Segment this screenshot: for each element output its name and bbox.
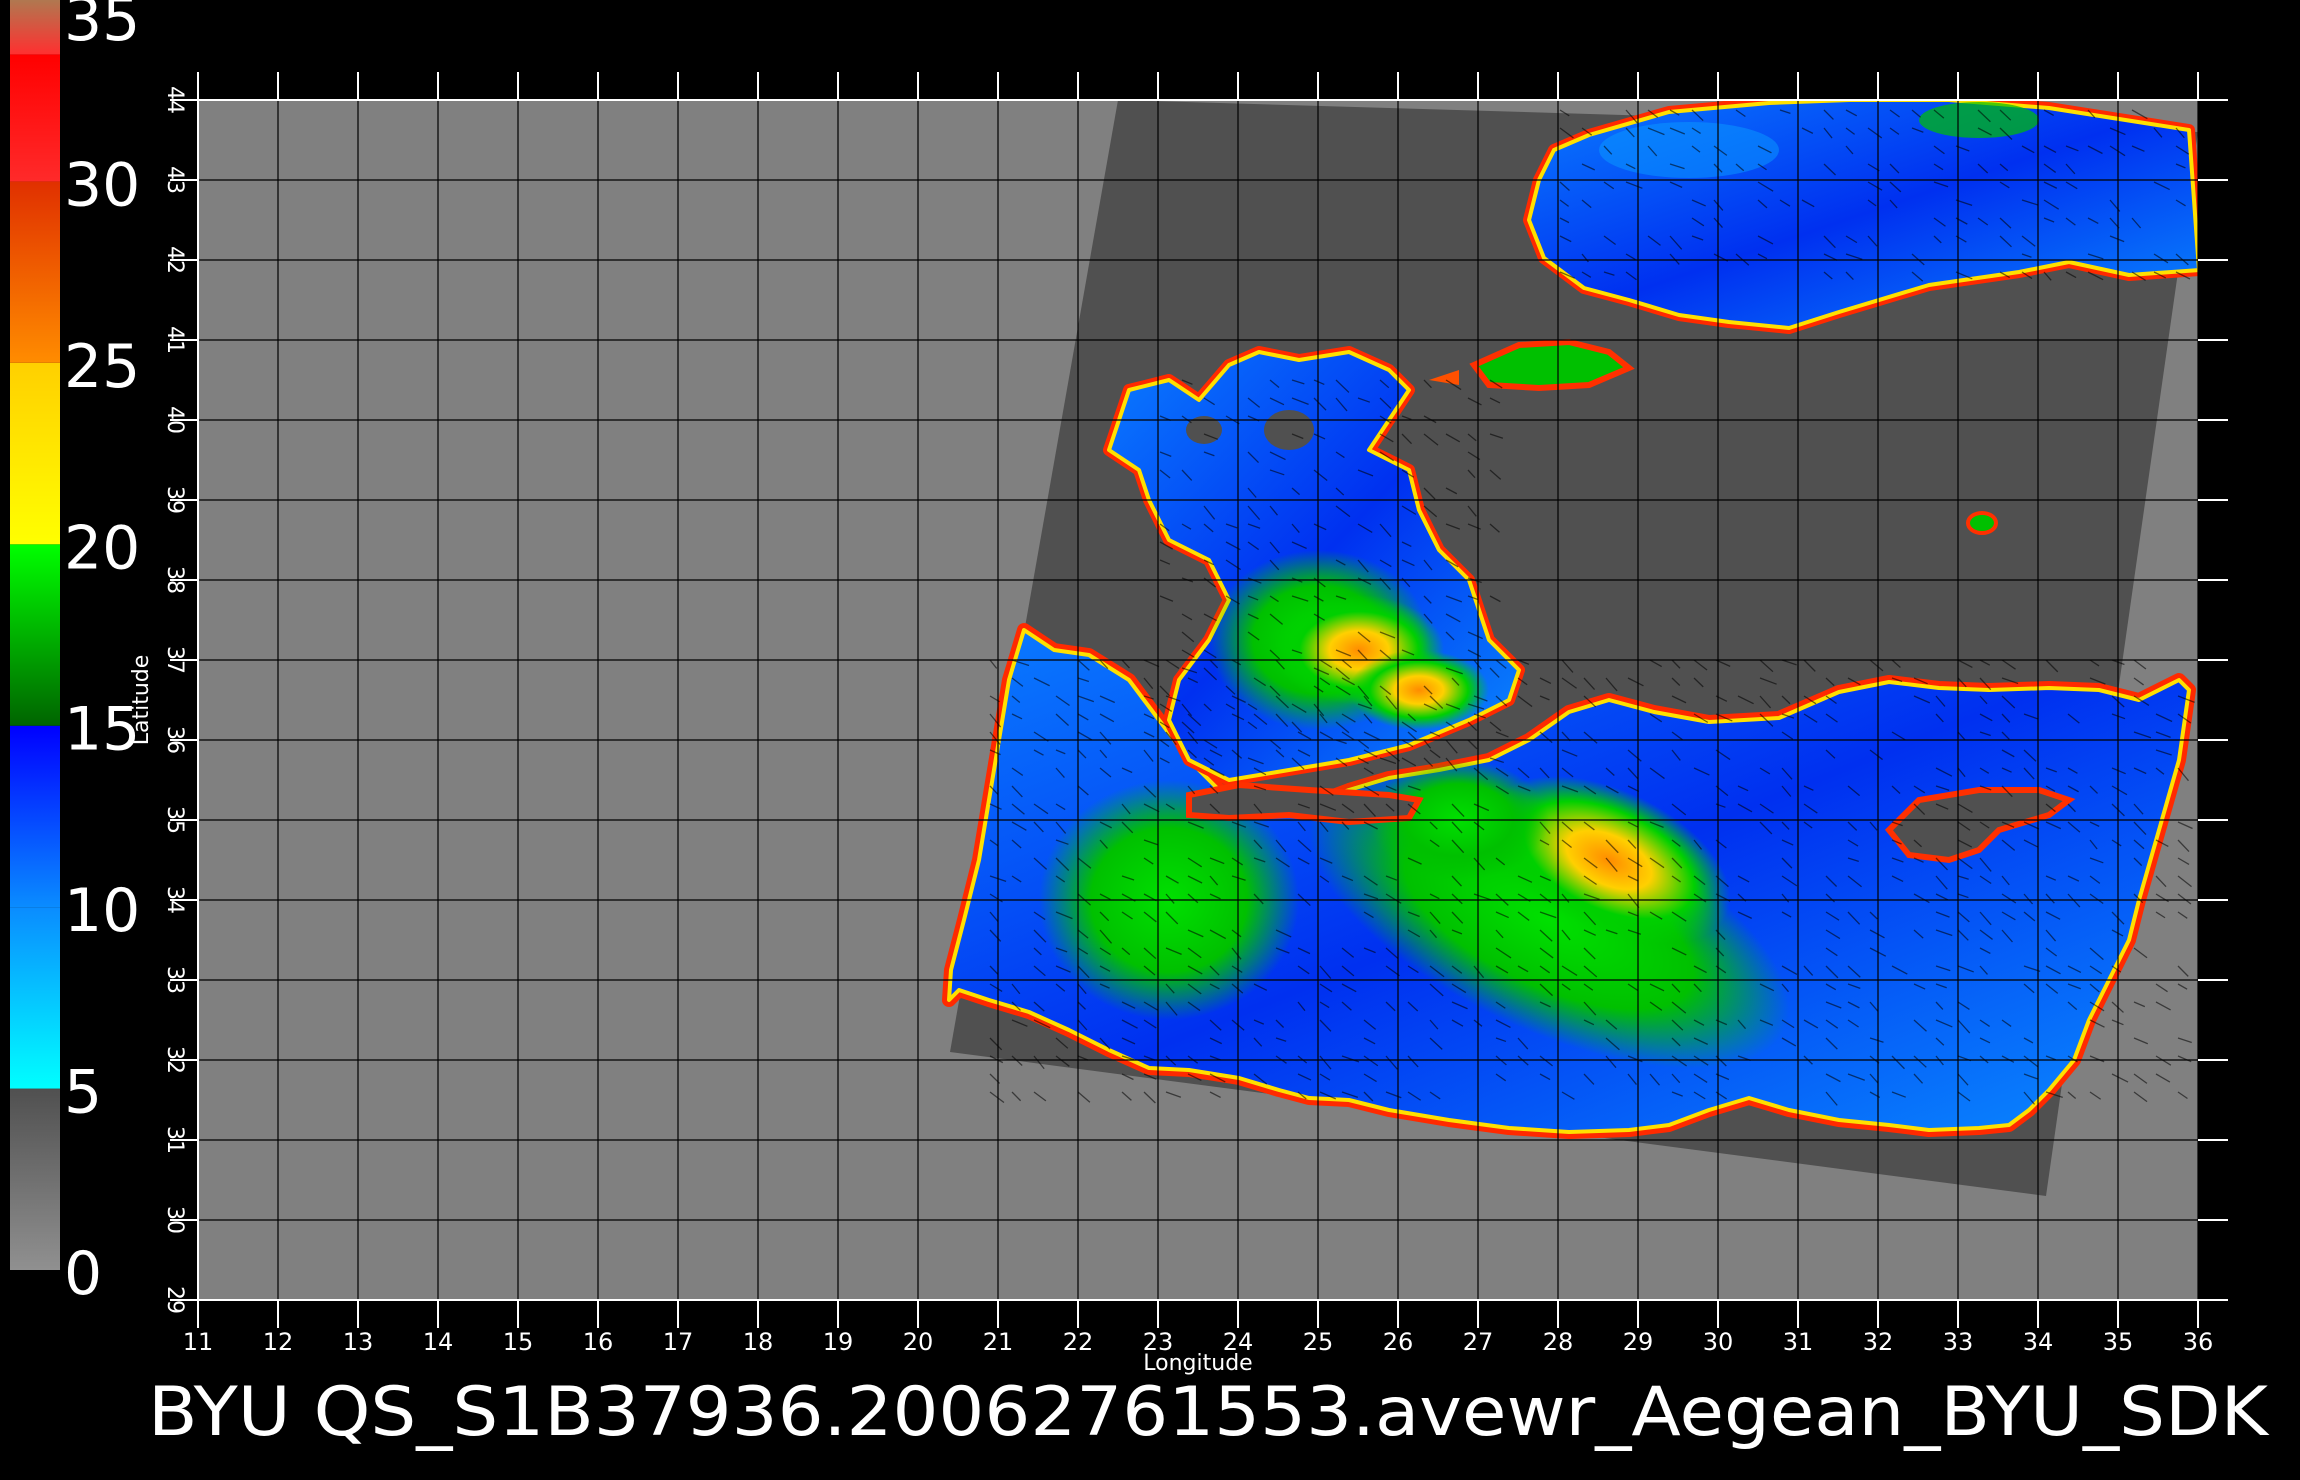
lat-tick-label: 39 xyxy=(162,486,187,514)
lat-tick-label: 30 xyxy=(162,1206,187,1234)
lon-tick-label: 19 xyxy=(823,1328,854,1356)
colorbar-segments xyxy=(10,0,60,1270)
colorbar-segment xyxy=(10,907,60,1089)
lat-tick-label: 34 xyxy=(162,886,187,914)
inland-lake xyxy=(1966,511,1998,535)
colorbar-segment xyxy=(10,54,60,182)
image-caption: BYU QS_S1B37936.20062761553.avewr_Aegean… xyxy=(148,1373,2271,1452)
lat-tick-label: 43 xyxy=(162,166,187,194)
lon-tick-label: 14 xyxy=(423,1328,454,1356)
map-plot-area: 11 12 13 14 15 16 17 18 19 20 21 22 23 24 25 26 27 28 29 30… xyxy=(129,72,2228,1376)
lon-tick-label: 27 xyxy=(1463,1328,1494,1356)
lat-tick-label: 33 xyxy=(162,966,187,994)
lon-tick-label: 16 xyxy=(583,1328,614,1356)
colorbar-tick-label: 5 xyxy=(64,1058,102,1128)
colorbar-segment xyxy=(10,725,60,908)
colorbar-segment xyxy=(10,362,60,545)
lon-tick-label: 12 xyxy=(263,1328,294,1356)
lat-tick-label: 36 xyxy=(162,726,187,754)
lon-tick-label: 26 xyxy=(1383,1328,1414,1356)
wind-speed-map-figure: 35 30 25 20 15 10 5 0 11 12 13 14 15 16 17 18 1… xyxy=(10,0,2271,1452)
lat-tick-label: 41 xyxy=(162,326,187,354)
lon-tick-label: 17 xyxy=(663,1328,694,1356)
lon-tick-label: 31 xyxy=(1783,1328,1814,1356)
lon-tick-label: 34 xyxy=(2023,1328,2054,1356)
colorbar-segment xyxy=(10,544,60,726)
lat-tick-label: 38 xyxy=(162,566,187,594)
lat-tick-label: 40 xyxy=(162,406,187,434)
lon-tick-label: 33 xyxy=(1943,1328,1974,1356)
lon-tick-label: 35 xyxy=(2103,1328,2134,1356)
lon-tick-label: 11 xyxy=(183,1328,214,1356)
lon-tick-label: 36 xyxy=(2183,1328,2214,1356)
lat-tick-label: 42 xyxy=(162,246,187,274)
lon-tick-label: 29 xyxy=(1623,1328,1654,1356)
lat-tick-label: 44 xyxy=(162,86,187,114)
colorbar-tick-label: 20 xyxy=(64,513,140,583)
lon-tick-label: 21 xyxy=(983,1328,1014,1356)
lat-tick-label: 32 xyxy=(162,1046,187,1074)
lat-tick-label: 35 xyxy=(162,806,187,834)
lat-tick-label: 31 xyxy=(162,1126,187,1154)
colorbar: 35302520151050 xyxy=(10,0,140,1309)
lon-tick-label: 18 xyxy=(743,1328,774,1356)
colorbar-tick-label: 0 xyxy=(64,1239,102,1309)
colorbar-tick-label: 35 xyxy=(64,0,140,55)
lon-tick-label: 25 xyxy=(1303,1328,1334,1356)
colorbar-segment xyxy=(10,181,60,363)
colorbar-tick-label: 25 xyxy=(64,332,140,402)
lon-tick-label: 30 xyxy=(1703,1328,1734,1356)
lon-tick-label: 32 xyxy=(1863,1328,1894,1356)
colorbar-segment xyxy=(10,1088,60,1270)
lon-tick-label: 22 xyxy=(1063,1328,1094,1356)
lon-tick-label: 13 xyxy=(343,1328,374,1356)
colorbar-tick-label: 30 xyxy=(64,150,140,220)
lat-tick-label: 37 xyxy=(162,646,187,674)
lon-tick-label: 20 xyxy=(903,1328,934,1356)
lat-tick-label: 29 xyxy=(162,1286,187,1314)
colorbar-tick-label: 10 xyxy=(64,876,140,946)
y-axis-label: Latitude xyxy=(129,655,154,746)
lon-tick-label: 28 xyxy=(1543,1328,1574,1356)
lon-tick-label: 15 xyxy=(503,1328,534,1356)
colorbar-segment xyxy=(10,0,60,55)
colorbar-labels: 35302520151050 xyxy=(64,0,140,1309)
